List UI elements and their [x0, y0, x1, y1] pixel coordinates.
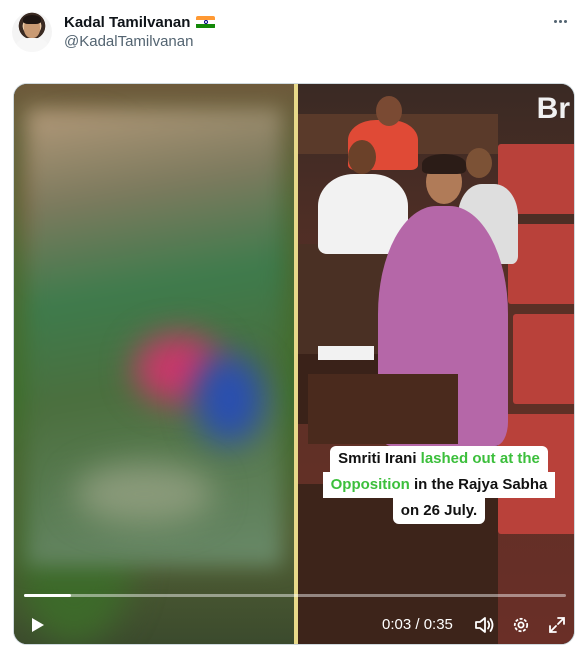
time-display: 0:03 / 0:35 — [382, 616, 453, 633]
progress-fill — [24, 594, 71, 597]
video-player[interactable]: Br Smriti Irani lashed out at the Opposi… — [13, 83, 575, 645]
display-name[interactable]: Kadal Tamilvanan — [64, 14, 190, 31]
play-icon[interactable] — [24, 612, 50, 638]
tweet-header: Kadal Tamilvanan @KadalTamilvanan — [0, 0, 585, 70]
fullscreen-icon[interactable] — [544, 612, 570, 638]
more-icon[interactable] — [549, 10, 571, 32]
player-controls: 0:03 / 0:35 — [14, 604, 574, 644]
name-row: Kadal Tamilvanan — [64, 12, 216, 32]
blurred-video-panel — [14, 84, 294, 644]
india-flag-icon — [196, 15, 216, 29]
user-handle[interactable]: @KadalTamilvanan — [64, 33, 193, 50]
avatar[interactable] — [12, 12, 52, 52]
volume-icon[interactable] — [472, 612, 498, 638]
channel-logo: Br — [536, 92, 570, 125]
gear-icon[interactable] — [508, 612, 534, 638]
progress-bar[interactable] — [24, 594, 566, 597]
parliament-video-panel: Br — [298, 84, 574, 644]
